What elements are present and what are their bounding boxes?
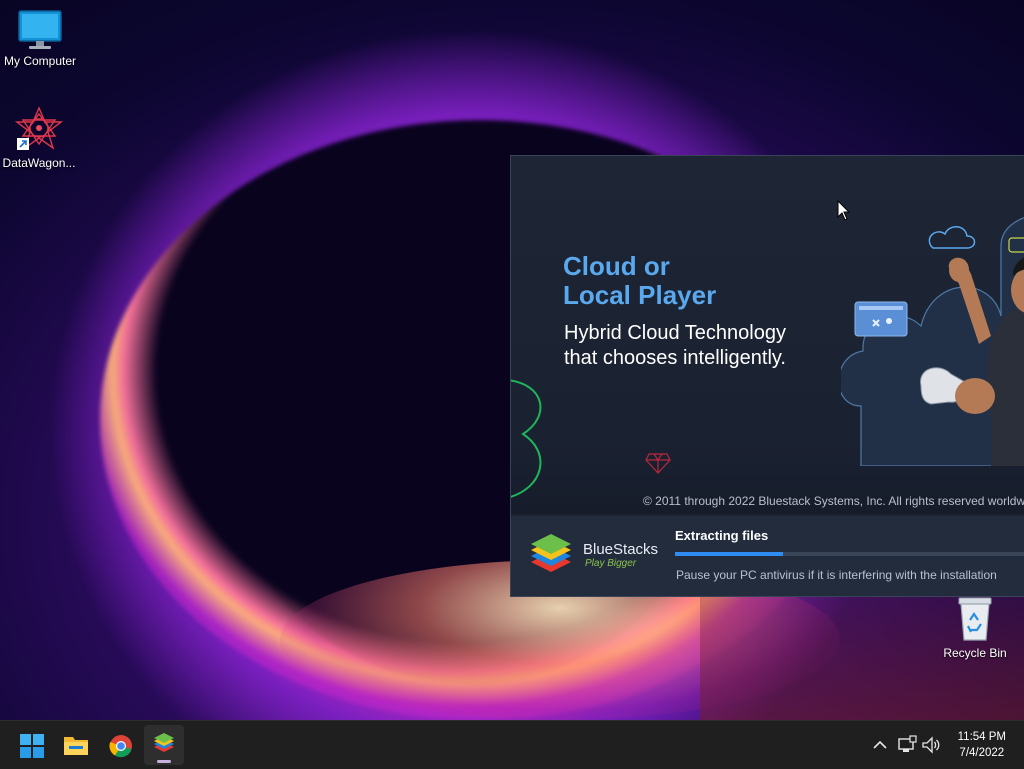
clock-date: 7/4/2022 <box>959 747 1005 759</box>
banner-subline: Hybrid Cloud Technology that chooses int… <box>564 321 864 371</box>
brand-name: BlueStacks <box>583 541 659 558</box>
datawagon-shortcut-icon <box>15 106 63 150</box>
desktop-icon-datawagon[interactable]: DataWagon... <box>0 106 79 170</box>
volume-icon[interactable] <box>921 735 941 755</box>
bluestacks-installer-window[interactable]: Cloud or Local Player Hybrid Cloud Techn… <box>510 155 1024 597</box>
desktop-icon-recycle-bin[interactable]: Recycle Bin <box>935 596 1015 660</box>
headline-line-2: Local Player <box>563 280 717 310</box>
mouse-cursor-icon <box>837 200 851 221</box>
recycle-bin-icon <box>958 597 992 641</box>
desktop-icon-label: DataWagon... <box>2 156 76 170</box>
bluestacks-logo: BlueStacks Play Bigger <box>527 534 667 580</box>
desktop-icon-my-computer[interactable]: My Computer <box>0 10 80 68</box>
network-icon[interactable] <box>897 735 917 755</box>
copyright-text: © 2011 through 2022 Bluestack Systems, I… <box>643 494 1024 508</box>
progress-fill <box>675 552 783 556</box>
installer-banner: Cloud or Local Player Hybrid Cloud Techn… <box>511 156 1024 514</box>
headline-line-1: Cloud or <box>563 251 670 281</box>
subline-line-1: Hybrid Cloud Technology <box>564 322 786 344</box>
desktop-icon-label: Recycle Bin <box>943 646 1007 660</box>
start-icon <box>20 734 44 758</box>
taskbar-bluestacks[interactable] <box>144 725 184 765</box>
gem-icon <box>645 453 671 474</box>
file-explorer-icon <box>64 737 88 755</box>
bluestacks-logo-icon <box>531 534 571 572</box>
installer-footer: BlueStacks Play Bigger Extracting files … <box>511 516 1024 596</box>
monitor-icon <box>18 10 62 49</box>
cloud-gamer-illustration <box>841 217 1024 466</box>
taskbar-chrome[interactable] <box>100 725 140 765</box>
brand-tagline: Play Bigger <box>585 558 637 569</box>
system-clock[interactable]: 11:54 PM 7/4/2022 <box>958 729 1006 761</box>
subline-line-2: that chooses intelligently. <box>564 347 786 369</box>
banner-headline: Cloud or Local Player <box>563 252 823 310</box>
start-button[interactable] <box>12 725 52 765</box>
status-hint: Pause your PC antivirus if it is interfe… <box>676 568 997 582</box>
taskbar: 11:54 PM 7/4/2022 <box>0 720 1024 769</box>
chrome-icon <box>109 735 132 758</box>
progress-bar <box>675 552 1024 556</box>
clock-time: 11:54 PM <box>957 731 1006 743</box>
green-curve-decoration <box>511 379 542 498</box>
running-indicator <box>157 760 171 763</box>
taskbar-file-explorer[interactable] <box>56 725 96 765</box>
chevron-up-icon[interactable] <box>870 735 890 755</box>
desktop-icon-label: My Computer <box>3 54 77 68</box>
bluestacks-icon <box>154 733 174 752</box>
status-title: Extracting files <box>675 528 769 543</box>
